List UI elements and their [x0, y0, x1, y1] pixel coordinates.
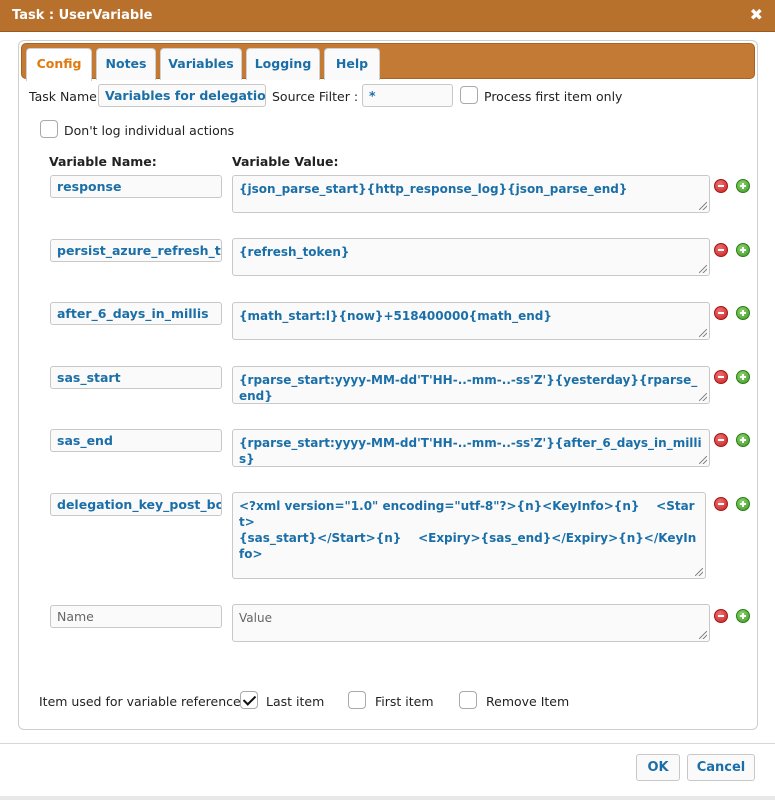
remove-item-checkbox[interactable]: [459, 691, 477, 709]
ok-button[interactable]: OK: [636, 754, 680, 781]
variable-name-input[interactable]: response: [50, 175, 222, 198]
variable-value-text: {json_parse_start}{http_response_log}{js…: [239, 182, 628, 196]
dont-log-checkbox[interactable]: [40, 120, 58, 138]
add-variable-icon[interactable]: [736, 497, 750, 511]
variable-value-text: {rparse_start:yyyy-MM-dd'T'HH-..-mm-..-s…: [239, 436, 702, 466]
source-filter-label: Source Filter :: [272, 89, 359, 104]
resize-handle-icon[interactable]: [699, 456, 707, 464]
add-variable-icon[interactable]: [736, 370, 750, 384]
reference-label: Item used for variable reference:: [39, 694, 245, 709]
variable-value-text: {math_start:l}{now}+518400000{math_end}: [239, 309, 552, 323]
close-icon[interactable]: ✖: [750, 5, 763, 24]
variable-name-input[interactable]: sas_end: [50, 429, 222, 452]
tab-logging[interactable]: Logging: [246, 48, 320, 80]
footer-divider: [0, 743, 775, 744]
variable-value-textarea[interactable]: {rparse_start:yyyy-MM-dd'T'HH-..-mm-..-s…: [232, 366, 710, 404]
tab-help[interactable]: Help: [324, 48, 380, 80]
window-title: Task : UserVariable: [12, 8, 153, 23]
tab-variables[interactable]: Variables: [160, 48, 242, 80]
variable-value-textarea[interactable]: {json_parse_start}{http_response_log}{js…: [232, 175, 710, 213]
add-variable-icon[interactable]: [736, 243, 750, 257]
resize-handle-icon[interactable]: [699, 631, 707, 639]
cancel-button[interactable]: Cancel: [687, 754, 755, 781]
variable-value-header: Variable Value:: [232, 154, 339, 169]
resize-handle-icon[interactable]: [695, 568, 703, 576]
remove-variable-icon[interactable]: [714, 609, 728, 623]
remove-item-label: Remove Item: [486, 694, 570, 709]
remove-variable-icon[interactable]: [714, 370, 728, 384]
new-variable-value-textarea[interactable]: Value: [232, 604, 710, 642]
add-variable-icon[interactable]: [736, 306, 750, 320]
resize-handle-icon[interactable]: [699, 393, 707, 401]
variable-name-input[interactable]: after_6_days_in_millis: [50, 302, 222, 325]
remove-variable-icon[interactable]: [714, 433, 728, 447]
first-item-checkbox[interactable]: [348, 691, 366, 709]
source-filter-input[interactable]: *: [362, 84, 453, 107]
add-variable-icon[interactable]: [736, 609, 750, 623]
tab-notes[interactable]: Notes: [96, 48, 156, 80]
variable-value-textarea[interactable]: {refresh_token}: [232, 238, 710, 276]
add-variable-icon[interactable]: [736, 179, 750, 193]
new-variable-value-placeholder: Value: [239, 611, 272, 625]
process-first-checkbox[interactable]: [460, 86, 478, 104]
tab-bar: Config Notes Variables Logging Help: [21, 43, 755, 81]
variable-name-input[interactable]: delegation_key_post_body: [50, 493, 222, 516]
resize-handle-icon[interactable]: [699, 265, 707, 273]
resize-handle-icon[interactable]: [699, 202, 707, 210]
variable-value-text: <?xml version="1.0" encoding="utf-8"?>{n…: [239, 499, 697, 561]
variable-name-input[interactable]: persist_azure_refresh_tok: [50, 239, 222, 262]
variable-value-textarea[interactable]: {math_start:l}{now}+518400000{math_end}: [232, 302, 710, 340]
variable-value-text: {rparse_start:yyyy-MM-dd'T'HH-..-mm-..-s…: [239, 373, 698, 403]
variable-value-text: {refresh_token}: [239, 245, 350, 259]
bottom-strip: [0, 796, 775, 800]
variable-name-header: Variable Name:: [49, 154, 157, 169]
first-item-label: First item: [375, 694, 434, 709]
resize-handle-icon[interactable]: [699, 329, 707, 337]
remove-variable-icon[interactable]: [714, 306, 728, 320]
variable-value-textarea[interactable]: {rparse_start:yyyy-MM-dd'T'HH-..-mm-..-s…: [232, 429, 710, 467]
remove-variable-icon[interactable]: [714, 179, 728, 193]
variable-value-textarea[interactable]: <?xml version="1.0" encoding="utf-8"?>{n…: [232, 492, 706, 579]
last-item-checkbox[interactable]: [240, 691, 258, 709]
dont-log-label: Don't log individual actions: [64, 123, 235, 138]
remove-variable-icon[interactable]: [714, 497, 728, 511]
window-titlebar: Task : UserVariable ✖: [0, 0, 775, 32]
new-variable-name-input[interactable]: Name: [50, 605, 222, 628]
variable-name-input[interactable]: sas_start: [50, 366, 222, 389]
task-name-label: Task Name:: [29, 89, 102, 104]
add-variable-icon[interactable]: [736, 433, 750, 447]
tab-config[interactable]: Config: [26, 48, 92, 81]
remove-variable-icon[interactable]: [714, 243, 728, 257]
process-first-label: Process first item only: [484, 89, 623, 104]
task-name-input[interactable]: Variables for delegation k: [98, 84, 266, 107]
last-item-label: Last item: [266, 694, 325, 709]
